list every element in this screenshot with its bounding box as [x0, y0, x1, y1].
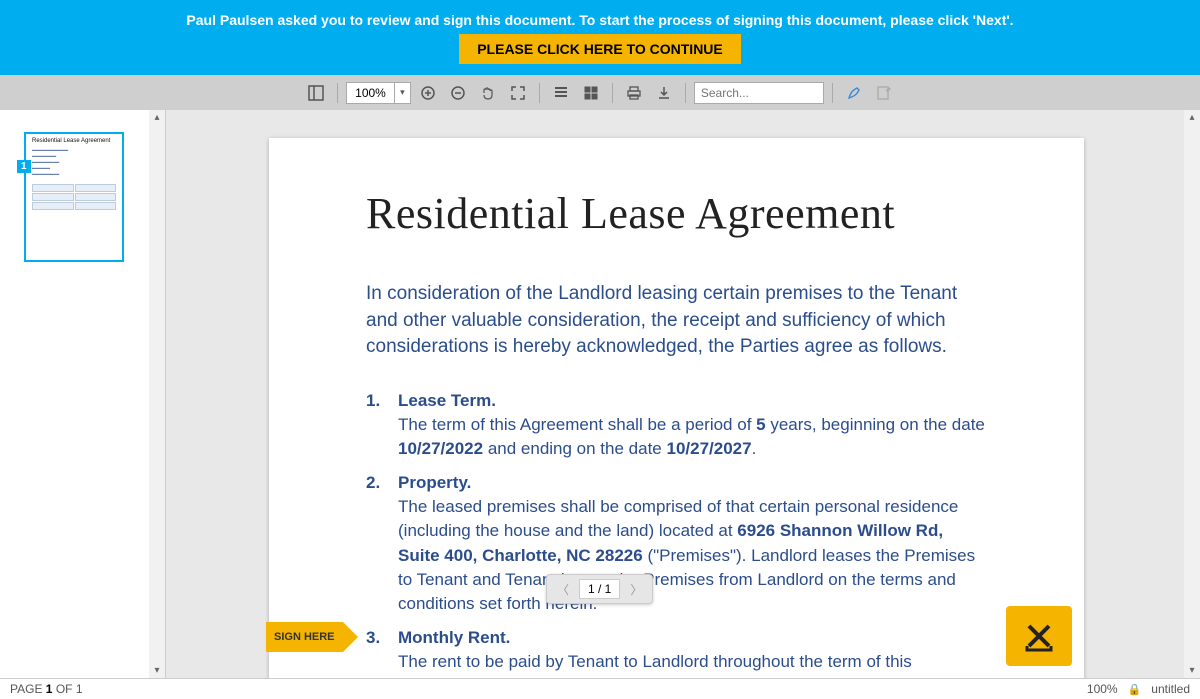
page-navigator: 〈 1 / 1 〉: [546, 574, 653, 604]
document-scrollbar[interactable]: ▴ ▾: [1184, 110, 1200, 678]
edit-note-icon[interactable]: [871, 80, 897, 106]
sign-pen-icon[interactable]: [841, 80, 867, 106]
sign-drop-box[interactable]: [1006, 606, 1072, 666]
scroll-up-icon[interactable]: ▴: [1187, 110, 1196, 125]
scroll-down-icon[interactable]: ▾: [1187, 663, 1196, 678]
review-sign-banner: Paul Paulsen asked you to review and sig…: [0, 0, 1200, 75]
separator: [337, 83, 338, 103]
pan-hand-icon[interactable]: [475, 80, 501, 106]
zoom-in-icon[interactable]: [415, 80, 441, 106]
clause-body: The leased premises shall be comprised o…: [398, 497, 975, 613]
fullscreen-icon[interactable]: [505, 80, 531, 106]
status-zoom: 100%: [1087, 682, 1118, 696]
separator: [832, 83, 833, 103]
search-input[interactable]: [694, 82, 824, 104]
clause-property: Property. The leased premises shall be c…: [366, 471, 987, 616]
thumbnail-preview: Residential Lease Agreement ━━━━━━━━━━━━…: [26, 134, 122, 214]
chevron-down-icon[interactable]: ▾: [394, 83, 410, 103]
prev-page-button[interactable]: 〈: [553, 579, 573, 599]
next-page-button[interactable]: 〉: [626, 579, 646, 599]
scroll-up-icon[interactable]: ▴: [152, 110, 161, 125]
zoom-value: 100%: [347, 86, 394, 100]
thumbnail-page-number: 1: [17, 160, 31, 173]
continue-button[interactable]: PLEASE CLICK HERE TO CONTINUE: [459, 34, 741, 64]
clause-heading: Monthly Rent.: [398, 626, 987, 650]
separator: [612, 83, 613, 103]
zoom-select[interactable]: 100% ▾: [346, 82, 411, 104]
toggle-sidebar-icon[interactable]: [303, 80, 329, 106]
document-pane: Residential Lease Agreement In considera…: [166, 110, 1200, 678]
download-icon[interactable]: [651, 80, 677, 106]
status-bar: PAGE 1 OF 1 100% 🔒 untitled: [0, 678, 1200, 699]
zoom-out-icon[interactable]: [445, 80, 471, 106]
document-title: Residential Lease Agreement: [366, 188, 987, 239]
viewer-toolbar: 100% ▾: [0, 75, 1200, 110]
lock-icon: 🔒: [1128, 683, 1142, 696]
clause-lease-term: Lease Term. The term of this Agreement s…: [366, 389, 987, 461]
clauses-list: Lease Term. The term of this Agreement s…: [366, 389, 987, 678]
scroll-down-icon[interactable]: ▾: [152, 663, 161, 678]
sign-here-tag[interactable]: SIGN HERE: [266, 622, 343, 652]
page-status: PAGE 1 OF 1: [10, 682, 83, 696]
page-thumbnail[interactable]: Residential Lease Agreement ━━━━━━━━━━━━…: [24, 132, 124, 262]
separator: [539, 83, 540, 103]
clause-heading: Lease Term.: [398, 389, 987, 413]
status-right: 100% 🔒 untitled: [1087, 682, 1190, 696]
separator: [685, 83, 686, 103]
thumbnail-scrollbar[interactable]: ▴ ▾: [149, 110, 165, 678]
clause-body: The rent to be paid by Tenant to Landlor…: [398, 652, 938, 678]
banner-message: Paul Paulsen asked you to review and sig…: [186, 12, 1013, 28]
fit-width-icon[interactable]: [548, 80, 574, 106]
document-page: Residential Lease Agreement In considera…: [269, 138, 1084, 678]
thumbnail-pane: Residential Lease Agreement ━━━━━━━━━━━━…: [0, 110, 166, 678]
page-indicator[interactable]: 1 / 1: [579, 579, 620, 599]
clause-heading: Property.: [398, 471, 987, 495]
print-icon[interactable]: [621, 80, 647, 106]
document-name: untitled: [1151, 682, 1190, 696]
clause-monthly-rent: Monthly Rent. The rent to be paid by Ten…: [366, 626, 987, 678]
grid-view-icon[interactable]: [578, 80, 604, 106]
workspace: Residential Lease Agreement ━━━━━━━━━━━━…: [0, 110, 1200, 678]
clause-body: The term of this Agreement shall be a pe…: [398, 415, 985, 458]
document-intro: In consideration of the Landlord leasing…: [366, 281, 987, 361]
